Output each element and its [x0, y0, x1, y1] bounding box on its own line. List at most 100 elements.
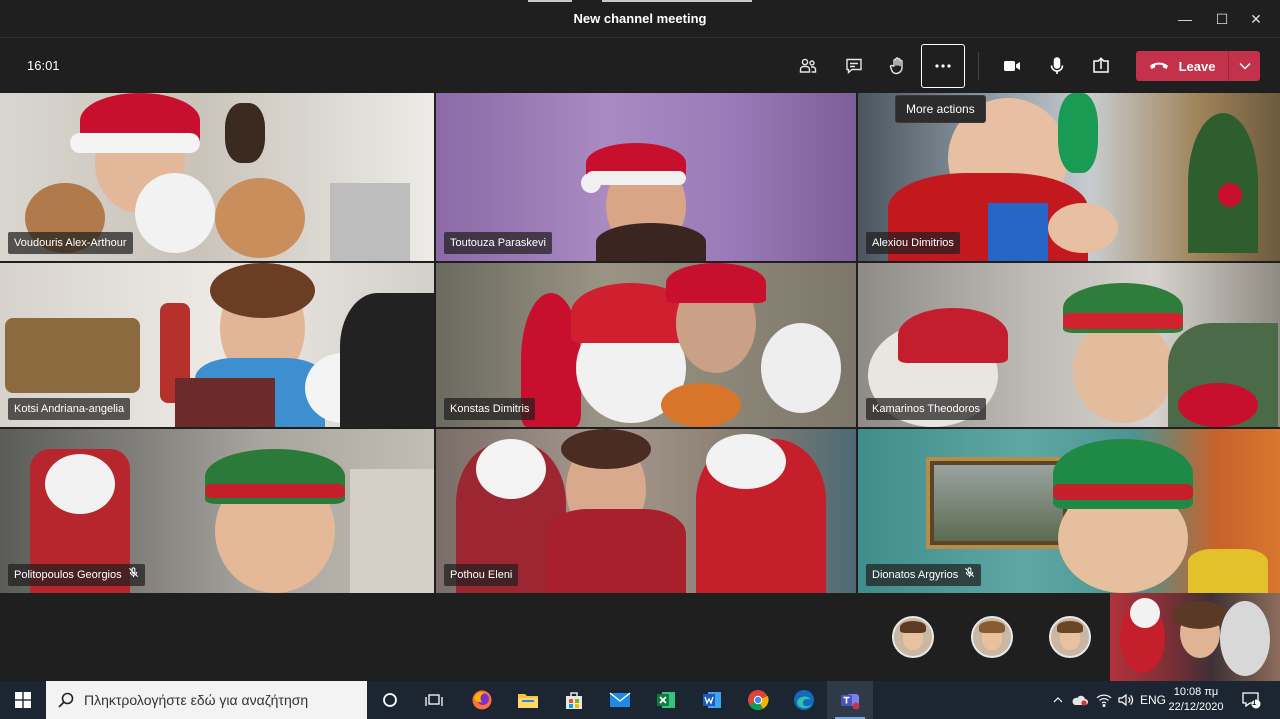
taskbar-search-box[interactable]: [46, 681, 367, 719]
more-actions-button[interactable]: [921, 44, 965, 88]
clock-time: 10:08 πμ: [1173, 686, 1219, 698]
teams-taskbar-icon[interactable]: [827, 681, 873, 719]
folder-icon: [518, 694, 538, 708]
maximize-button[interactable]: ☐: [1207, 4, 1237, 34]
participant-name: Toutouza Paraskevi: [450, 237, 546, 249]
participant-name-tag: Toutouza Paraskevi: [444, 232, 552, 254]
show-hidden-icons-button[interactable]: [1050, 681, 1066, 719]
edge-taskbar-icon[interactable]: [781, 681, 827, 719]
chevron-down-icon: [1238, 62, 1251, 70]
self-video-preview[interactable]: [1110, 593, 1280, 681]
clock-date: 22/12/2020: [1168, 701, 1224, 713]
ellipsis-icon: [935, 64, 951, 68]
store-taskbar-icon[interactable]: [551, 681, 597, 719]
notification-count: 1: [1252, 698, 1257, 707]
volume-tray-button[interactable]: [1116, 681, 1136, 719]
participant-name-tag: Politopoulos Georgios: [8, 564, 145, 586]
input-language-indicator[interactable]: ENG: [1138, 681, 1168, 719]
video-tile[interactable]: Toutouza Paraskevi: [436, 93, 856, 261]
participant-name-tag: Voudouris Alex-Arthour: [8, 232, 133, 254]
maximize-icon: ☐: [1215, 10, 1229, 27]
network-tray-button[interactable]: [1094, 681, 1114, 719]
mic-off-icon: [964, 564, 975, 586]
microphone-button[interactable]: [1035, 44, 1079, 88]
microphone-icon: [1050, 57, 1064, 74]
close-button[interactable]: ✕: [1241, 4, 1271, 34]
camera-icon: [1004, 61, 1020, 71]
overflow-participants-bar: [0, 593, 1280, 681]
participant-name: Pothou Eleni: [450, 569, 513, 581]
participant-avatar[interactable]: [971, 616, 1013, 658]
start-button[interactable]: [0, 681, 46, 719]
task-view-icon: [425, 694, 443, 706]
participant-name-tag: Kotsi Andriana-angelia: [8, 398, 131, 420]
participant-name: Konstas Dimitris: [450, 403, 530, 415]
participant-avatar[interactable]: [1049, 616, 1091, 658]
minimize-button[interactable]: —: [1170, 4, 1200, 34]
leave-button[interactable]: Leave: [1136, 51, 1260, 81]
hang-up-icon: [1149, 62, 1168, 69]
video-grid: Voudouris Alex-Arthour Toutouza Paraskev…: [0, 93, 1280, 593]
chat-button[interactable]: [832, 44, 876, 88]
chrome-icon: [748, 690, 769, 711]
firefox-taskbar-icon[interactable]: [459, 681, 505, 719]
close-icon: ✕: [1250, 10, 1262, 27]
mail-envelope-icon: [609, 692, 631, 707]
cortana-button[interactable]: [367, 681, 413, 719]
video-tile[interactable]: Kotsi Andriana-angelia: [0, 263, 434, 427]
taskbar-clock[interactable]: 10:08 πμ 22/12/2020: [1166, 685, 1226, 715]
camera-button[interactable]: [990, 44, 1034, 88]
windows-taskbar: ENG 10:08 πμ 22/12/2020 1: [0, 681, 1280, 719]
window-title-bar: New channel meeting — ☐ ✕: [0, 0, 1280, 38]
video-tile[interactable]: Dionatos Argyrios: [858, 429, 1280, 593]
share-screen-button[interactable]: [1079, 44, 1123, 88]
participant-name: Voudouris Alex-Arthour: [14, 237, 127, 249]
participants-button[interactable]: [786, 44, 830, 88]
chevron-up-icon: [1053, 697, 1063, 703]
video-tile[interactable]: Kamarinos Theodoros: [858, 263, 1280, 427]
video-tile[interactable]: Voudouris Alex-Arthour: [0, 93, 434, 261]
participant-name: Kamarinos Theodoros: [872, 403, 981, 415]
participant-avatar[interactable]: [892, 616, 934, 658]
speaker-icon: [1118, 693, 1134, 707]
chat-icon: [846, 58, 862, 75]
mail-taskbar-icon[interactable]: [597, 681, 643, 719]
windows-logo-icon: [15, 692, 31, 708]
participant-name-tag: Kamarinos Theodoros: [866, 398, 987, 420]
word-icon: [703, 692, 721, 708]
search-input[interactable]: [84, 692, 344, 708]
meeting-toolbar: 16:01 Leave: [0, 38, 1280, 93]
leave-options-button[interactable]: [1229, 51, 1260, 81]
raise-hand-button[interactable]: [876, 44, 920, 88]
excel-taskbar-icon[interactable]: [643, 681, 689, 719]
cortana-circle-icon: [383, 693, 397, 707]
onedrive-tray-button[interactable]: [1070, 681, 1090, 719]
participant-name-tag: Alexiou Dimitrios: [866, 232, 960, 254]
participant-name-tag: Konstas Dimitris: [444, 398, 536, 420]
teams-icon: [841, 694, 860, 710]
edge-icon: [794, 690, 814, 710]
video-tile[interactable]: Politopoulos Georgios: [0, 429, 434, 593]
minimize-icon: —: [1178, 11, 1192, 27]
action-center-button[interactable]: 1: [1236, 681, 1266, 719]
file-explorer-taskbar-icon[interactable]: [505, 681, 551, 719]
participant-name: Alexiou Dimitrios: [872, 237, 954, 249]
window-title: New channel meeting: [573, 11, 707, 26]
participant-name-tag: Dionatos Argyrios: [866, 564, 982, 586]
participants-icon: [799, 58, 817, 73]
participant-name: Politopoulos Georgios: [14, 569, 122, 581]
mic-off-icon: [128, 564, 139, 586]
word-taskbar-icon[interactable]: [689, 681, 735, 719]
raise-hand-icon: [889, 57, 903, 75]
video-tile[interactable]: Pothou Eleni: [436, 429, 856, 593]
firefox-icon: [472, 690, 492, 710]
notification-icon: [1242, 692, 1261, 709]
chrome-taskbar-icon[interactable]: [735, 681, 781, 719]
participant-name-tag: Pothou Eleni: [444, 564, 519, 586]
leave-main[interactable]: Leave: [1136, 51, 1228, 81]
participant-name: Dionatos Argyrios: [872, 569, 959, 581]
wifi-icon: [1096, 694, 1112, 707]
task-view-button[interactable]: [411, 681, 457, 719]
video-tile[interactable]: Konstas Dimitris: [436, 263, 856, 427]
leave-label: Leave: [1178, 58, 1216, 74]
